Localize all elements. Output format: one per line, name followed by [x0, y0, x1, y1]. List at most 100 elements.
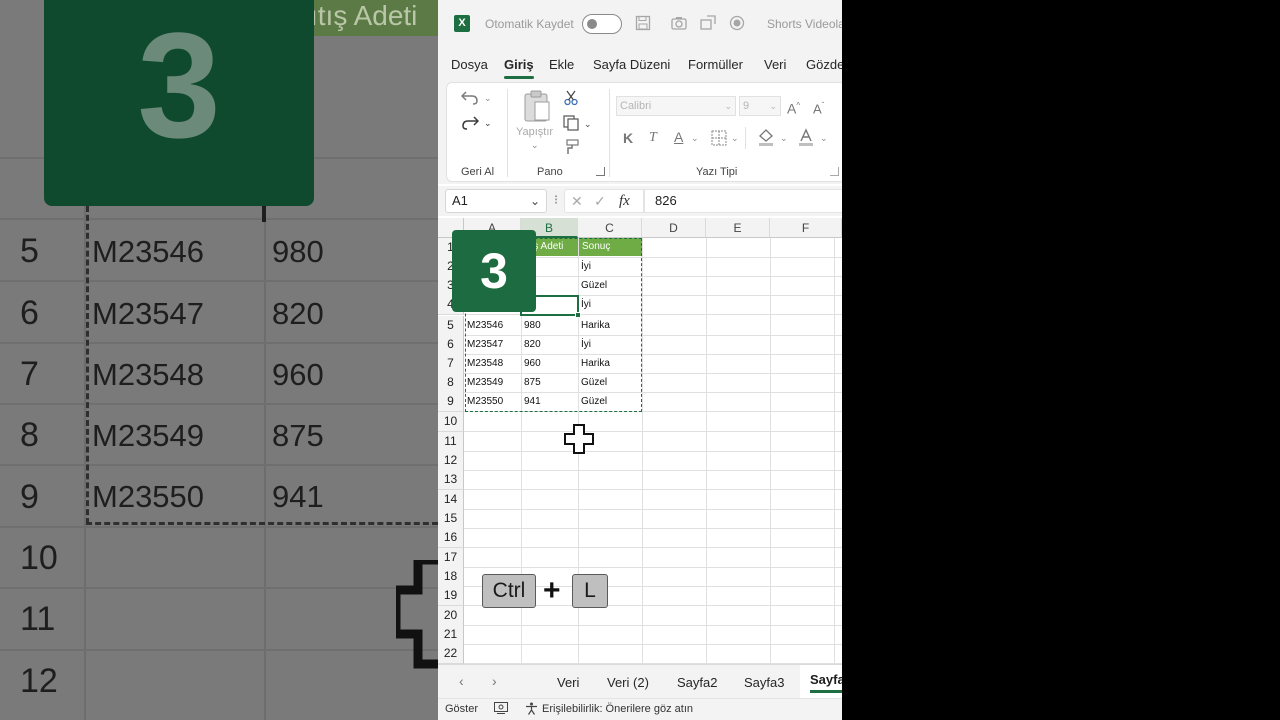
- bg-rownum: 5: [20, 232, 39, 270]
- fill-color-icon[interactable]: [757, 128, 775, 151]
- tab-insert[interactable]: Ekle: [549, 57, 574, 72]
- bg-rownum: 10: [20, 539, 58, 577]
- font-color-icon[interactable]: [798, 128, 814, 151]
- cell-cursor-icon: [564, 424, 594, 454]
- formula-bar: A1 ⌄ ⁝ ✕ ✓ fx 826: [438, 186, 842, 216]
- sheet-tab[interactable]: Veri (2): [607, 675, 649, 690]
- copy-dropdown-icon[interactable]: ⌄: [584, 119, 592, 130]
- gridline: [464, 470, 842, 471]
- save-icon[interactable]: [634, 15, 652, 33]
- grow-font-button[interactable]: A^: [787, 97, 800, 118]
- row-header[interactable]: 10: [438, 412, 464, 432]
- column-header[interactable]: D: [642, 218, 706, 238]
- font-group-label: Yazı Tipi: [696, 166, 738, 178]
- font-size-select[interactable]: 9 ⌄: [739, 96, 781, 116]
- accessibility-status[interactable]: Erişilebilirlik: Önerilere göz atın: [542, 703, 693, 715]
- font-launcher-icon[interactable]: [830, 167, 839, 176]
- row-header[interactable]: 17: [438, 548, 464, 568]
- row-header[interactable]: 19: [438, 586, 464, 606]
- borders-icon[interactable]: [711, 130, 727, 151]
- formula-input[interactable]: 826: [644, 189, 842, 213]
- column-header[interactable]: C: [578, 218, 642, 238]
- clipboard-launcher-icon[interactable]: [596, 167, 605, 176]
- italic-button[interactable]: T: [649, 129, 657, 147]
- confirm-formula-icon[interactable]: ✓: [594, 193, 606, 210]
- redo-dropdown-icon[interactable]: ⌄: [484, 118, 492, 129]
- gridline: [464, 451, 842, 452]
- bg-rownum: 9: [20, 478, 39, 516]
- excel-window: X Otomatik Kaydet Shorts Videoları Dosya…: [438, 0, 842, 720]
- autosave-toggle[interactable]: [582, 14, 622, 34]
- display-settings-icon[interactable]: [494, 702, 508, 717]
- row-header[interactable]: 5: [438, 316, 464, 336]
- row-header[interactable]: 14: [438, 490, 464, 510]
- ctrl-key: Ctrl: [482, 574, 536, 608]
- format-painter-icon[interactable]: [563, 139, 579, 160]
- cancel-formula-icon[interactable]: ✕: [571, 193, 583, 210]
- redo-icon[interactable]: [461, 114, 480, 135]
- accessibility-icon[interactable]: [525, 702, 538, 718]
- fill-color-dropdown-icon[interactable]: ⌄: [780, 133, 788, 144]
- clipboard-group-label: Pano: [537, 166, 563, 178]
- row-header[interactable]: 9: [438, 392, 464, 412]
- screen-capture-icon[interactable]: [699, 15, 717, 33]
- step-number-badge: 3: [452, 230, 536, 312]
- shrink-font-button[interactable]: Aˇ: [813, 97, 824, 118]
- row-header[interactable]: 20: [438, 606, 464, 626]
- column-header[interactable]: F: [770, 218, 842, 238]
- paste-icon[interactable]: [522, 89, 552, 128]
- row-header[interactable]: 21: [438, 625, 464, 645]
- tab-data[interactable]: Veri: [764, 57, 786, 72]
- bg-marquee: [86, 206, 89, 524]
- bg-rownum: 6: [20, 294, 39, 332]
- row-header[interactable]: 22: [438, 644, 464, 664]
- spreadsheet-grid[interactable]: A B C D E F 1 2 3 4 5 6 7 8 9 10 11 12 13 14 15 16 17 18 1…: [438, 218, 842, 664]
- formula-bar-handle-icon[interactable]: ⁝: [554, 192, 558, 208]
- font-name-select[interactable]: Calibri ⌄: [616, 96, 736, 116]
- row-header[interactable]: 13: [438, 470, 464, 490]
- record-icon[interactable]: [728, 15, 746, 33]
- underline-button[interactable]: A: [674, 128, 683, 146]
- ribbon: ⌄ ⌄ Geri Al Yapıştır ⌄ ⌄ Pano Calibri ⌄ …: [438, 82, 842, 184]
- row-header[interactable]: 18: [438, 567, 464, 587]
- tab-formulas[interactable]: Formüller: [688, 57, 743, 72]
- fill-handle[interactable]: [575, 312, 581, 318]
- tab-file[interactable]: Dosya: [451, 57, 488, 72]
- borders-dropdown-icon[interactable]: ⌄: [731, 133, 739, 144]
- cut-icon[interactable]: [564, 90, 578, 111]
- underline-dropdown-icon[interactable]: ⌄: [691, 133, 699, 144]
- row-header[interactable]: 7: [438, 354, 464, 374]
- excel-logo-icon: X: [454, 15, 470, 32]
- row-header[interactable]: 6: [438, 335, 464, 355]
- prev-sheet-icon[interactable]: ‹: [459, 673, 464, 689]
- keyboard-shortcut: Ctrl + L: [482, 574, 612, 610]
- bold-button[interactable]: K: [623, 129, 633, 147]
- sheet-tab[interactable]: Sayfa3: [744, 675, 784, 690]
- tab-home[interactable]: Giriş: [504, 57, 534, 79]
- row-header[interactable]: 11: [438, 432, 464, 452]
- bg-code: M23547: [92, 296, 205, 331]
- camera-icon[interactable]: [670, 15, 688, 33]
- sheet-tab[interactable]: Veri: [557, 675, 579, 690]
- undo-icon[interactable]: [460, 89, 479, 110]
- row-header[interactable]: 15: [438, 509, 464, 529]
- sheet-tab[interactable]: Sayfa2: [677, 675, 717, 690]
- show-label[interactable]: Göster: [445, 703, 478, 715]
- row-header[interactable]: 16: [438, 528, 464, 548]
- copy-icon[interactable]: [563, 115, 579, 136]
- paste-dropdown-icon[interactable]: ⌄: [531, 140, 539, 151]
- paste-label[interactable]: Yapıştır: [516, 126, 553, 138]
- tab-review[interactable]: Gözden: [806, 57, 842, 72]
- bg-code: M23549: [92, 418, 205, 453]
- row-header[interactable]: 12: [438, 451, 464, 471]
- font-color-dropdown-icon[interactable]: ⌄: [820, 133, 828, 144]
- next-sheet-icon[interactable]: ›: [492, 673, 497, 689]
- name-box[interactable]: A1 ⌄: [445, 189, 547, 213]
- tab-page-layout[interactable]: Sayfa Düzeni: [593, 57, 670, 72]
- undo-dropdown-icon[interactable]: ⌄: [484, 93, 492, 104]
- column-header[interactable]: E: [706, 218, 770, 238]
- gridline: [464, 431, 842, 432]
- insert-function-button[interactable]: fx: [619, 193, 630, 210]
- sheet-tab-active[interactable]: Sayfa: [810, 672, 842, 693]
- row-header[interactable]: 8: [438, 373, 464, 393]
